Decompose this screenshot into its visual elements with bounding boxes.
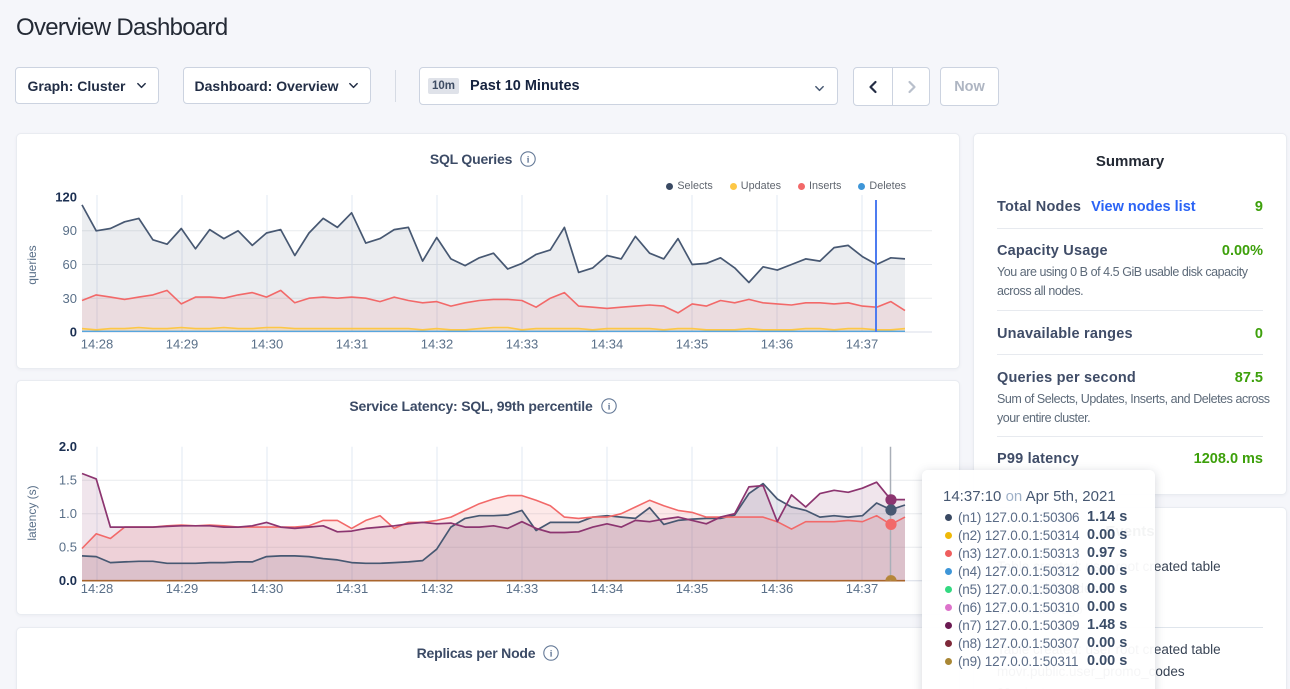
svg-text:1.5: 1.5 bbox=[59, 473, 77, 488]
svg-text:14:34: 14:34 bbox=[591, 581, 624, 596]
svg-text:14:32: 14:32 bbox=[421, 337, 454, 352]
svg-text:14:37: 14:37 bbox=[846, 581, 879, 596]
svg-text:14:33: 14:33 bbox=[506, 337, 539, 352]
svg-text:2.0: 2.0 bbox=[59, 439, 77, 454]
svg-text:14:29: 14:29 bbox=[166, 337, 199, 352]
svg-text:i: i bbox=[550, 650, 553, 660]
svg-text:14:29: 14:29 bbox=[166, 581, 199, 596]
svg-text:14:28: 14:28 bbox=[81, 581, 114, 596]
svg-text:14:28: 14:28 bbox=[81, 337, 114, 352]
svg-text:90: 90 bbox=[63, 223, 77, 238]
svg-text:14:31: 14:31 bbox=[336, 337, 369, 352]
svg-text:14:35: 14:35 bbox=[676, 581, 709, 596]
svg-text:14:30: 14:30 bbox=[251, 337, 284, 352]
svg-text:14:31: 14:31 bbox=[336, 581, 369, 596]
svg-text:0.0: 0.0 bbox=[59, 573, 77, 588]
svg-text:latency (s): latency (s) bbox=[25, 485, 39, 540]
svg-text:14:37: 14:37 bbox=[846, 337, 879, 352]
svg-text:30: 30 bbox=[63, 291, 77, 306]
svg-text:14:35: 14:35 bbox=[676, 337, 709, 352]
svg-text:14:36: 14:36 bbox=[761, 337, 794, 352]
svg-text:0.5: 0.5 bbox=[59, 540, 77, 555]
svg-text:14:33: 14:33 bbox=[506, 581, 539, 596]
svg-text:60: 60 bbox=[63, 257, 77, 272]
svg-text:14:30: 14:30 bbox=[251, 581, 284, 596]
svg-text:14:32: 14:32 bbox=[421, 581, 454, 596]
svg-text:120: 120 bbox=[55, 190, 77, 205]
svg-text:0: 0 bbox=[70, 325, 77, 340]
svg-text:14:36: 14:36 bbox=[761, 581, 794, 596]
svg-text:1.0: 1.0 bbox=[59, 506, 77, 521]
svg-text:14:34: 14:34 bbox=[591, 337, 624, 352]
svg-text:queries: queries bbox=[25, 245, 39, 284]
